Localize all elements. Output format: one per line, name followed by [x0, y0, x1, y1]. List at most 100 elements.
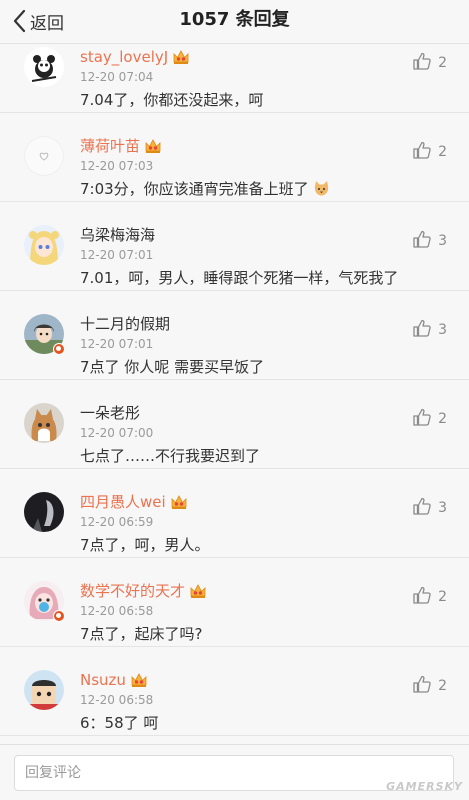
- username[interactable]: Nsuzu: [80, 670, 148, 690]
- watermark: GAMERSKY: [386, 780, 463, 793]
- verified-badge-icon: [53, 610, 65, 622]
- comment-content: 7.04了，你都还没起来，呵: [80, 89, 263, 111]
- comment-text: 7:03分，你应该通宵完准备上班了: [80, 180, 309, 198]
- reply-page: 返回 1057 条回复 stay_lovelyJ 12-20 07:04 7.0…: [0, 0, 469, 800]
- comment-item[interactable]: 薄荷叶苗 12-20 07:03 7:03分，你应该通宵完准备上班了 2: [0, 113, 469, 202]
- dark-avatar: [24, 492, 64, 532]
- comment-content: 7点了，呵，男人。: [80, 534, 210, 556]
- thumbs-up-icon: [412, 51, 432, 75]
- avatar[interactable]: [24, 492, 64, 532]
- comment-list[interactable]: stay_lovelyJ 12-20 07:04 7.04了，你都还没起来，呵 …: [0, 44, 469, 744]
- like-count: 2: [438, 678, 447, 694]
- heart-avatar: [24, 136, 64, 176]
- username[interactable]: 四月愚人wei: [80, 492, 188, 512]
- thumbs-up-icon: [412, 496, 432, 520]
- comment-item[interactable]: stay_lovelyJ 12-20 07:04 7.04了，你都还没起来，呵 …: [0, 44, 469, 113]
- comment-text: 七点了……不行我要迟到了: [80, 447, 261, 465]
- cat-face-icon: [313, 180, 330, 197]
- comment-content: 七点了……不行我要迟到了: [80, 445, 260, 467]
- username[interactable]: 数学不好的天才: [80, 581, 207, 601]
- like-button[interactable]: 2: [412, 407, 447, 431]
- comment-content: 7点了，起床了吗?: [80, 623, 203, 645]
- thumbs-up-icon: [412, 585, 432, 609]
- username[interactable]: 薄荷叶苗: [80, 136, 162, 156]
- comment-text: 7点了，呵，男人。: [80, 536, 210, 554]
- comment-text: 7.01，呵，男人，睡得跟个死猪一样，气死我了: [80, 269, 399, 287]
- like-button[interactable]: 2: [412, 51, 447, 75]
- like-button[interactable]: 3: [412, 229, 447, 253]
- like-count: 2: [438, 55, 447, 71]
- back-label: 返回: [30, 13, 64, 34]
- username[interactable]: 一朵老彤: [80, 403, 140, 423]
- thumbs-up-icon: [412, 674, 432, 698]
- like-button[interactable]: 2: [412, 140, 447, 164]
- comment-item[interactable]: 四月愚人wei 12-20 06:59 7点了，呵，男人。 3: [0, 469, 469, 558]
- back-button[interactable]: 返回: [12, 6, 64, 36]
- comment-time: 12-20 06:58: [80, 693, 154, 707]
- comment-time: 12-20 07:03: [80, 159, 154, 173]
- comment-content: 7点了 你人呢 需要买早饭了: [80, 356, 264, 378]
- comment-text: 7点了 你人呢 需要买早饭了: [80, 358, 265, 376]
- like-button[interactable]: 3: [412, 496, 447, 520]
- username-text: 十二月的假期: [80, 315, 171, 333]
- nav-header: 返回 1057 条回复: [0, 0, 469, 44]
- username-text: 薄荷叶苗: [80, 137, 141, 155]
- like-count: 2: [438, 144, 447, 160]
- avatar[interactable]: [24, 136, 64, 176]
- username-text: 乌梁梅海海: [80, 226, 156, 244]
- comment-item[interactable]: Nsuzu 12-20 06:58 6：58了 呵 2: [0, 647, 469, 736]
- username-text: 四月愚人wei: [80, 493, 166, 511]
- thumbs-up-icon: [412, 318, 432, 342]
- comment-time: 12-20 06:59: [80, 515, 154, 529]
- thumbs-up-icon: [412, 229, 432, 253]
- comment-text: 7.04了，你都还没起来，呵: [80, 91, 264, 109]
- cartoon-boy-avatar: [24, 670, 64, 710]
- comment-item[interactable]: 一朵老彤 12-20 07:00 七点了……不行我要迟到了 2: [0, 380, 469, 469]
- username[interactable]: 乌梁梅海海: [80, 225, 155, 245]
- vip-crown-icon: [130, 672, 148, 688]
- username-text: Nsuzu: [80, 671, 126, 689]
- comment-time: 12-20 07:04: [80, 70, 154, 84]
- comment-time: 12-20 07:00: [80, 426, 154, 440]
- comment-content: 6：58了 呵: [80, 712, 158, 734]
- comment-item[interactable]: 十二月的假期 12-20 07:01 7点了 你人呢 需要买早饭了 3: [0, 291, 469, 380]
- comment-time: 12-20 06:58: [80, 604, 154, 618]
- username-text: 一朵老彤: [80, 404, 141, 422]
- thumbs-up-icon: [412, 407, 432, 431]
- verified-badge-icon: [53, 343, 65, 355]
- like-count: 3: [438, 233, 447, 249]
- like-button[interactable]: 2: [412, 674, 447, 698]
- comment-content: 7.01，呵，男人，睡得跟个死猪一样，气死我了: [80, 267, 398, 289]
- like-count: 2: [438, 589, 447, 605]
- comment-text: 6：58了 呵: [80, 714, 159, 732]
- comment-item[interactable]: 数学不好的天才 12-20 06:58 7点了，起床了吗? 2: [0, 558, 469, 647]
- avatar[interactable]: [24, 225, 64, 265]
- chevron-left-icon: [12, 9, 26, 33]
- comment-bar: 回复评论 GAMERSKY: [0, 744, 469, 800]
- cat-avatar: [24, 403, 64, 443]
- username[interactable]: 十二月的假期: [80, 314, 170, 334]
- like-button[interactable]: 2: [412, 585, 447, 609]
- avatar[interactable]: [24, 581, 65, 622]
- username[interactable]: stay_lovelyJ: [80, 47, 190, 67]
- vip-crown-icon: [172, 49, 190, 65]
- avatar[interactable]: [24, 314, 65, 355]
- vip-crown-icon: [189, 583, 207, 599]
- comment-time: 12-20 07:01: [80, 337, 154, 351]
- thumbs-up-icon: [412, 140, 432, 164]
- anime-girl-avatar: [24, 225, 64, 265]
- like-count: 2: [438, 411, 447, 427]
- avatar[interactable]: [24, 670, 64, 710]
- username-text: 数学不好的天才: [80, 582, 186, 600]
- username-text: stay_lovelyJ: [80, 48, 169, 66]
- vip-crown-icon: [170, 494, 188, 510]
- like-count: 3: [438, 322, 447, 338]
- avatar[interactable]: [24, 403, 64, 443]
- vip-crown-icon: [144, 138, 162, 154]
- comment-item[interactable]: 乌梁梅海海 12-20 07:01 7.01，呵，男人，睡得跟个死猪一样，气死我…: [0, 202, 469, 291]
- like-count: 3: [438, 500, 447, 516]
- avatar[interactable]: [24, 47, 64, 87]
- comment-content: 7:03分，你应该通宵完准备上班了: [80, 178, 330, 200]
- like-button[interactable]: 3: [412, 318, 447, 342]
- comment-time: 12-20 07:01: [80, 248, 154, 262]
